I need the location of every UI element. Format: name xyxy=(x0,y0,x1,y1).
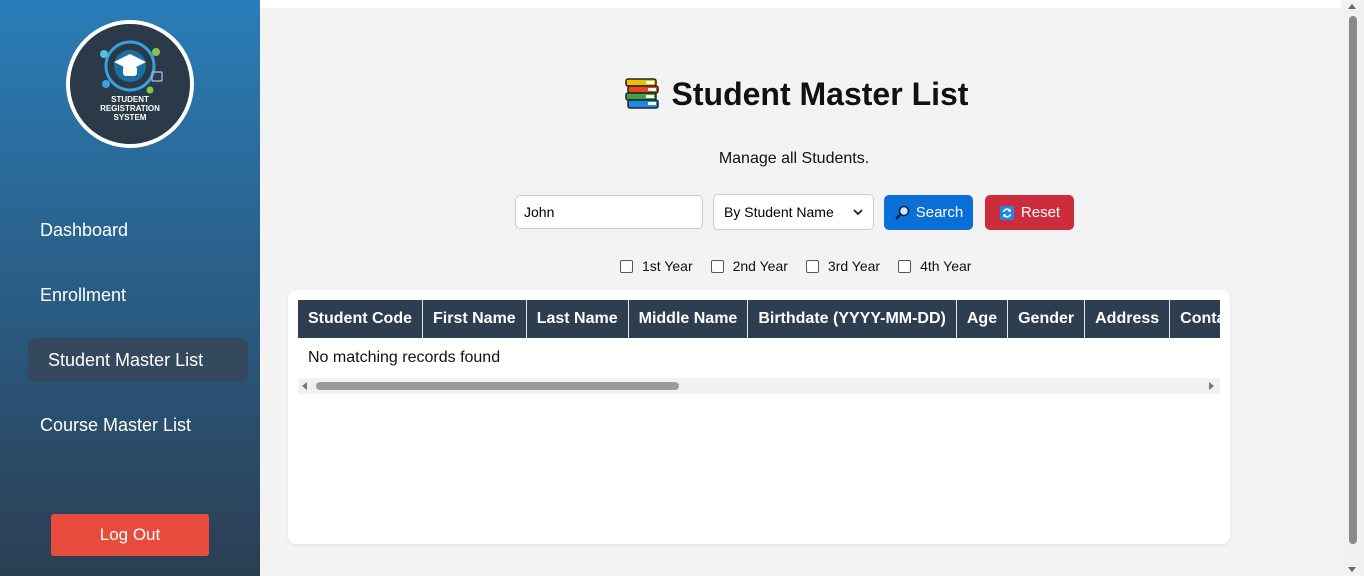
search-button-label: Search xyxy=(915,204,964,221)
filter-4th-year[interactable]: 4th Year xyxy=(898,258,971,274)
checkbox[interactable] xyxy=(710,259,724,273)
svg-text:SYSTEM: SYSTEM xyxy=(114,113,147,122)
scroll-thumb[interactable] xyxy=(1349,16,1357,544)
filter-1st-year[interactable]: 1st Year xyxy=(620,258,693,274)
refresh-icon xyxy=(999,205,1015,221)
horizontal-scrollbar[interactable] xyxy=(298,378,1220,394)
column-header[interactable]: Address xyxy=(1084,300,1171,338)
filter-label: 1st Year xyxy=(642,258,693,274)
page-subtitle: Manage all Students. xyxy=(718,150,870,167)
sidebar-item-label: Dashboard xyxy=(40,220,129,240)
app-logo: STUDENT REGISTRATION SYSTEM xyxy=(66,20,194,148)
vertical-scrollbar[interactable] xyxy=(1341,0,1364,576)
students-table-card: Student Code First Name Last Name Middle… xyxy=(288,290,1230,544)
column-header[interactable]: Contact xyxy=(1169,300,1220,338)
page-title: Student Master List xyxy=(671,75,969,112)
svg-text:REGISTRATION: REGISTRATION xyxy=(100,104,160,113)
filter-label: 2nd Year xyxy=(732,258,788,274)
scroll-left-icon[interactable] xyxy=(302,382,307,390)
column-header[interactable]: Gender xyxy=(1007,300,1086,338)
filter-2nd-year[interactable]: 2nd Year xyxy=(710,258,788,274)
column-header[interactable]: First Name xyxy=(422,300,527,338)
filter-label: 4th Year xyxy=(920,258,972,274)
column-header[interactable]: Last Name xyxy=(526,300,629,338)
chevron-down-icon xyxy=(853,209,863,216)
reset-button-label: Reset xyxy=(1020,204,1061,221)
sidebar-item-label: Student Master List xyxy=(48,350,204,370)
empty-message: No matching records found xyxy=(298,338,1220,379)
filter-3rd-year[interactable]: 3rd Year xyxy=(805,258,881,274)
search-filter-select[interactable]: By Student Name xyxy=(713,194,874,230)
checkbox[interactable] xyxy=(620,259,633,273)
scroll-thumb[interactable] xyxy=(316,382,679,390)
search-button[interactable]: Search xyxy=(884,195,973,230)
logout-button[interactable]: Log Out xyxy=(51,514,209,556)
sidebar-item-enrollment[interactable]: Enrollment xyxy=(28,273,248,317)
table-header-row: Student Code First Name Last Name Middle… xyxy=(298,300,1220,338)
scroll-down-icon[interactable] xyxy=(1348,567,1356,572)
column-header[interactable]: Birthdate (YYYY-MM-DD) xyxy=(747,300,957,338)
scroll-right-icon[interactable] xyxy=(1209,382,1214,390)
search-input[interactable] xyxy=(515,195,703,229)
scroll-up-icon[interactable] xyxy=(1348,4,1356,9)
page-header: Student Master List xyxy=(260,74,1332,114)
table-row: No matching records found xyxy=(298,338,1220,379)
column-header[interactable]: Age xyxy=(956,300,1009,338)
checkbox[interactable] xyxy=(898,259,912,273)
column-header[interactable]: Middle Name xyxy=(628,300,749,338)
sidebar-item-student-master-list[interactable]: Student Master List xyxy=(28,338,248,382)
main-content: Student Master List Manage all Students.… xyxy=(260,8,1341,576)
magnifier-icon xyxy=(894,205,910,221)
sidebar-item-course-master-list[interactable]: Course Master List xyxy=(28,403,248,447)
sidebar-item-dashboard[interactable]: Dashboard xyxy=(28,208,248,252)
sidebar-item-label: Course Master List xyxy=(40,415,192,435)
students-table: Student Code First Name Last Name Middle… xyxy=(298,300,1220,379)
year-filters: 1st Year 2nd Year 3rd Year 4th Year xyxy=(620,257,989,275)
svg-text:STUDENT: STUDENT xyxy=(111,95,149,104)
search-filter-selected: By Student Name xyxy=(724,204,834,220)
top-bar xyxy=(260,0,1341,8)
column-header[interactable]: Student Code xyxy=(298,300,423,338)
sidebar: STUDENT REGISTRATION SYSTEM Dashboard En… xyxy=(0,0,260,576)
checkbox[interactable] xyxy=(805,259,819,273)
books-icon xyxy=(624,78,659,109)
graduation-logo-icon: STUDENT REGISTRATION SYSTEM xyxy=(70,24,190,144)
reset-button[interactable]: Reset xyxy=(985,195,1074,230)
sidebar-item-label: Enrollment xyxy=(40,285,127,305)
filter-label: 3rd Year xyxy=(827,258,881,274)
